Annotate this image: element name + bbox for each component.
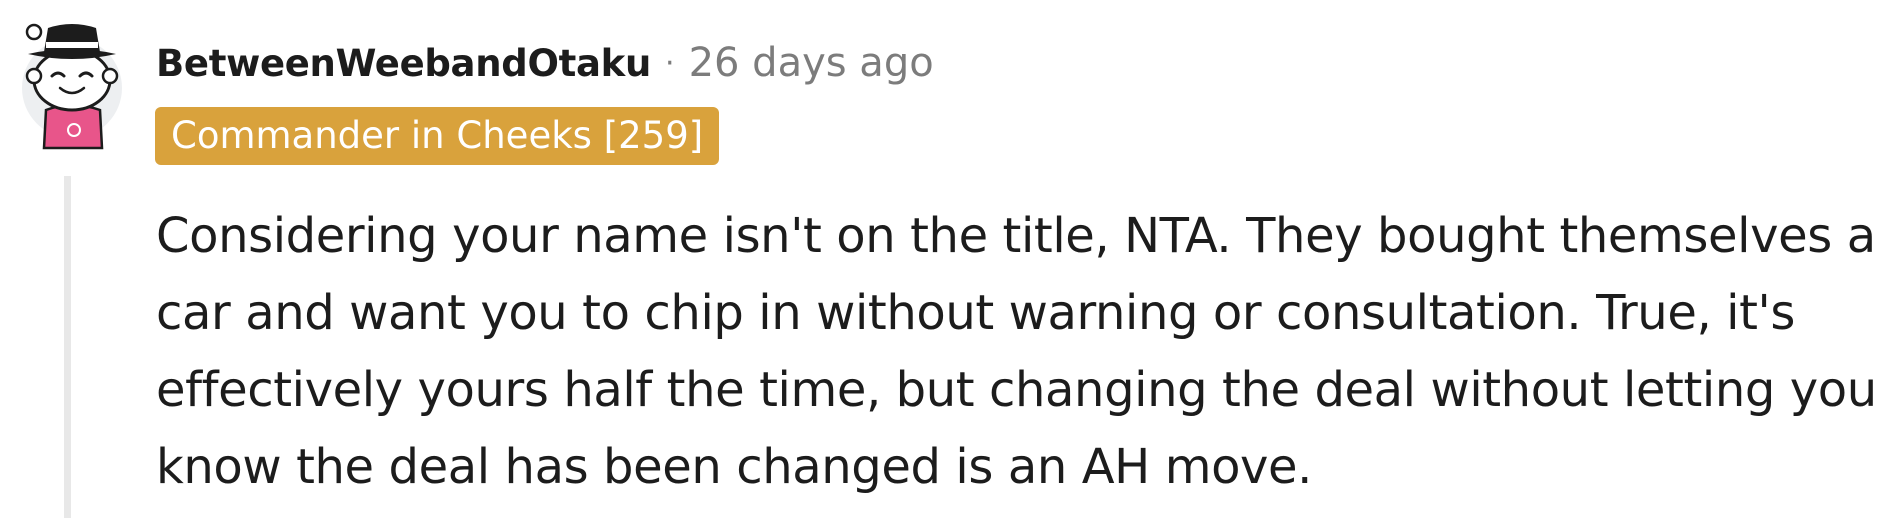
snoo-avatar-icon [22, 23, 122, 150]
comment-author-link[interactable]: BetweenWeebandOtaku [156, 42, 651, 85]
user-flair-badge: Commander in Cheeks [259] [155, 107, 720, 165]
thread-collapse-line[interactable] [64, 176, 71, 518]
comment-timestamp-link[interactable]: 26 days ago [689, 40, 934, 86]
meta-separator: · [665, 45, 675, 81]
comment-header: BetweenWeebandOtaku · 26 days ago [156, 38, 934, 88]
user-avatar[interactable] [20, 14, 124, 150]
comment-body-text: Considering your name isn't on the title… [156, 208, 1877, 495]
